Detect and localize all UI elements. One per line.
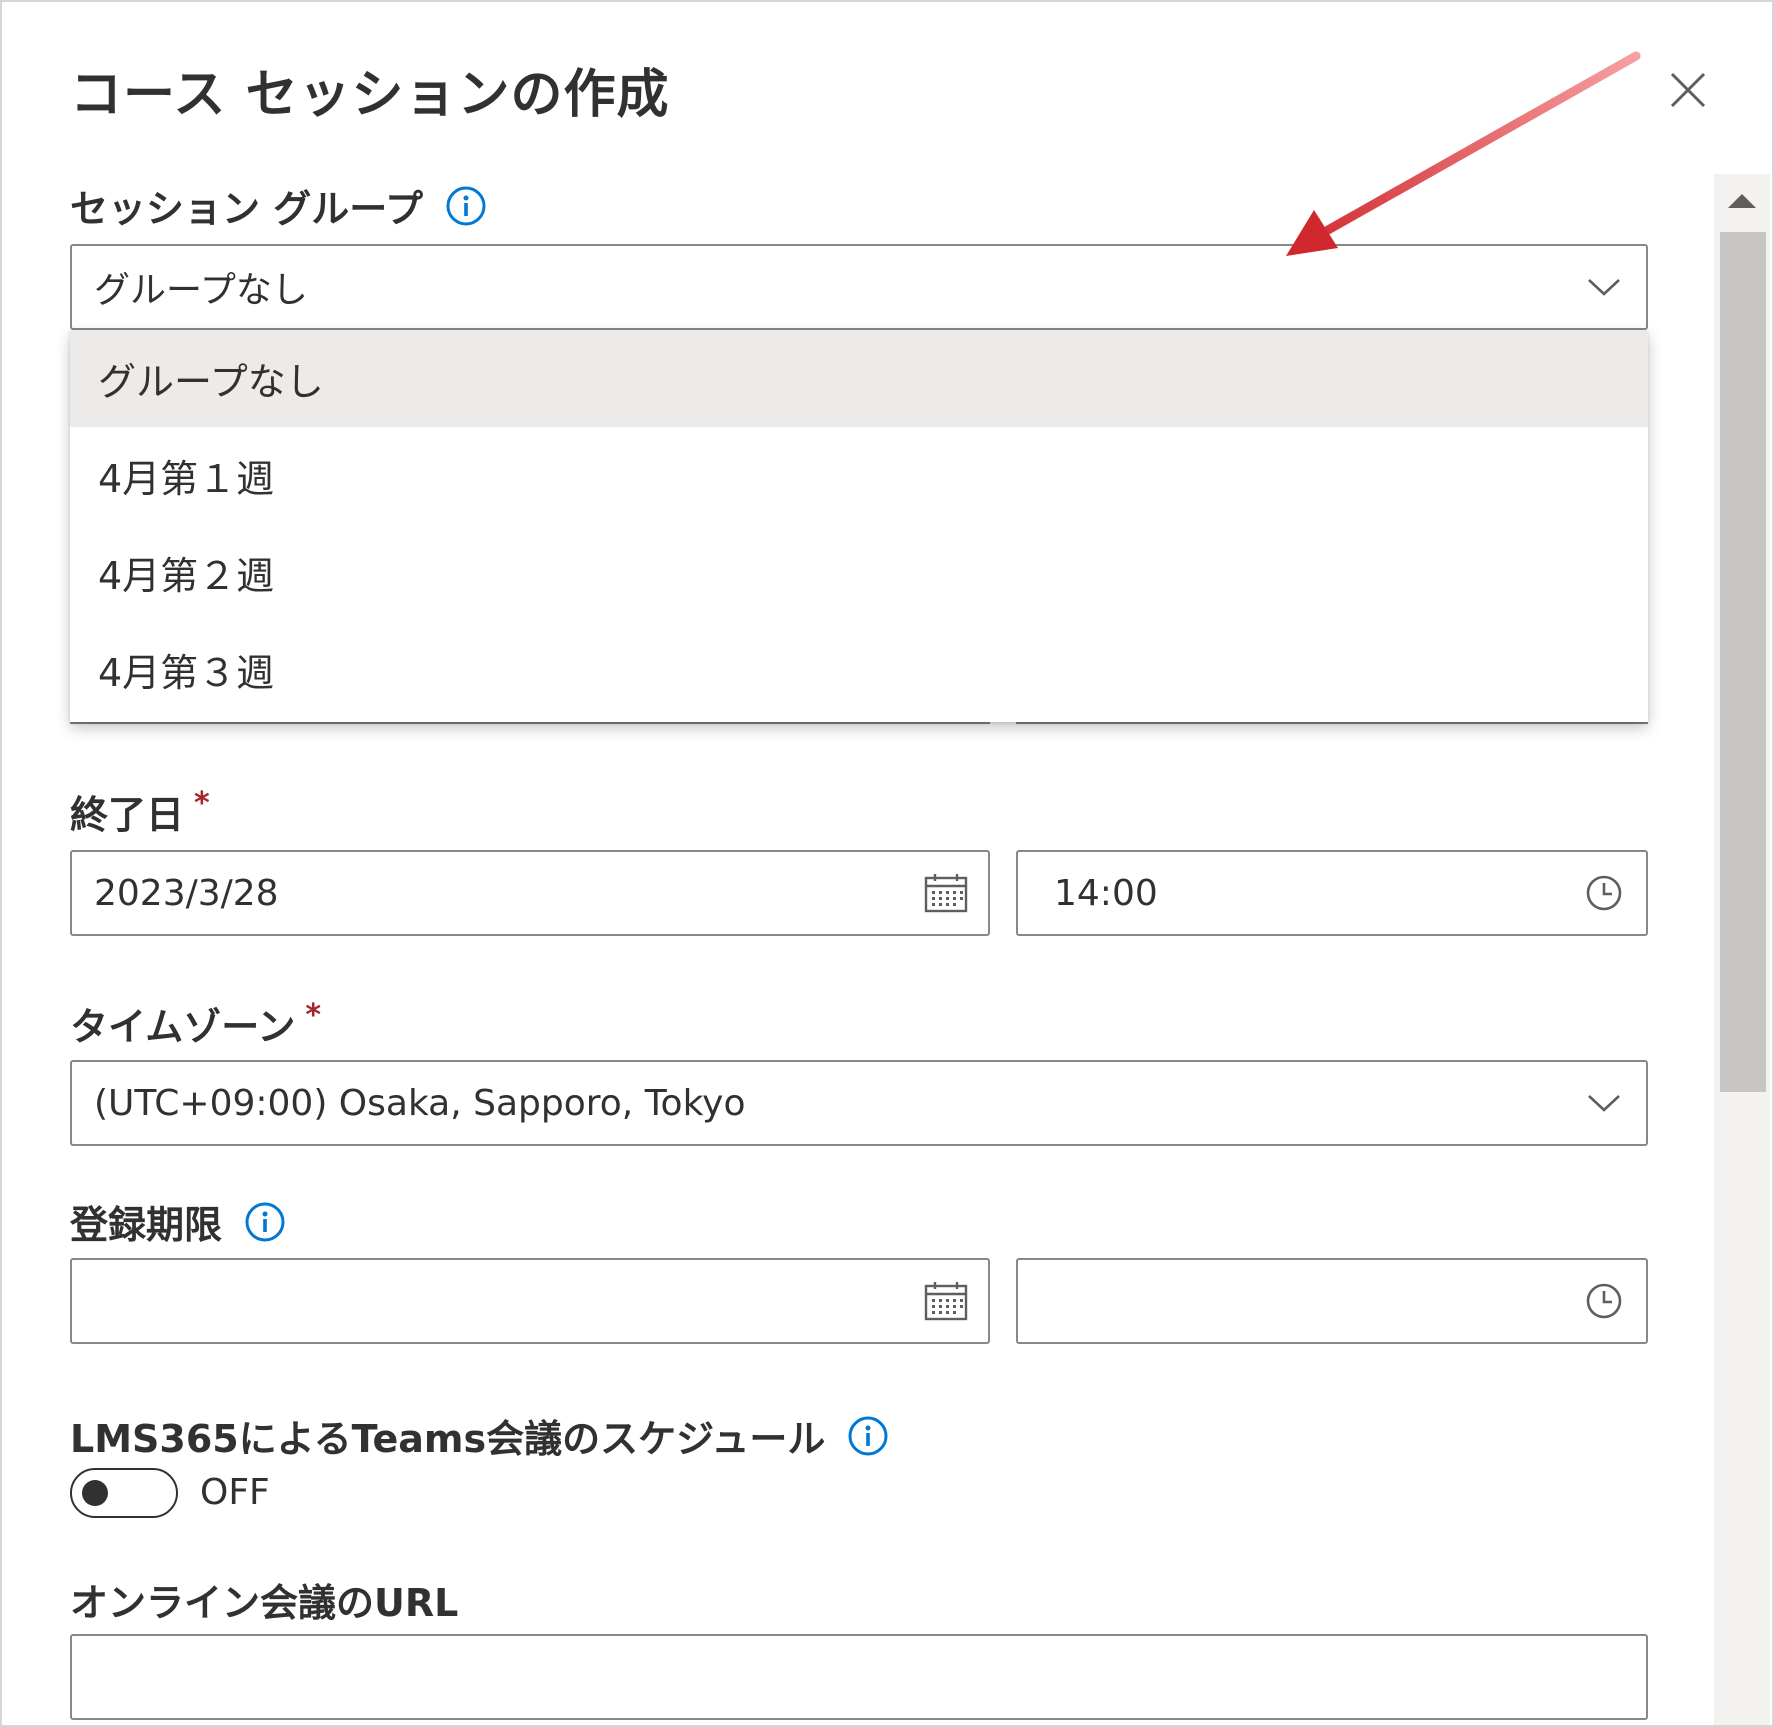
dialog-title: コース セッションの作成 (70, 65, 670, 125)
calendar-icon[interactable] (922, 869, 970, 917)
info-icon[interactable] (244, 1201, 286, 1243)
end-date-input[interactable]: 2023/3/28 (70, 850, 990, 936)
chevron-down-icon (1580, 1079, 1628, 1127)
session-group-dropdown[interactable]: グループなし (70, 244, 1648, 330)
info-icon[interactable] (847, 1415, 889, 1457)
registration-deadline-time-input[interactable] (1016, 1258, 1648, 1344)
scroll-up-arrow-icon[interactable] (1728, 194, 1756, 208)
toggle-knob (82, 1480, 108, 1506)
session-group-label: セッション グループ (70, 178, 487, 233)
required-marker: * (305, 998, 322, 1033)
close-icon (1670, 72, 1706, 108)
dropdown-option[interactable]: グループなし (70, 330, 1648, 427)
start-date-field-edge (70, 722, 990, 724)
teams-meeting-label: LMS365によるTeams会議のスケジュール (70, 1408, 889, 1463)
registration-deadline-label: 登録期限 (70, 1194, 286, 1249)
info-icon[interactable] (445, 185, 487, 227)
toggle-state-label: OFF (200, 1472, 270, 1513)
scroll-thumb[interactable] (1720, 232, 1766, 1092)
clock-icon[interactable] (1580, 869, 1628, 917)
end-time-input[interactable]: 14:00 (1016, 850, 1648, 936)
dropdown-option[interactable]: 4月第３週 (70, 621, 1648, 718)
close-button[interactable] (1662, 64, 1714, 116)
chevron-down-icon (1580, 263, 1628, 311)
session-group-options-list: グループなし 4月第１週 4月第２週 4月第３週 (70, 330, 1648, 722)
dropdown-option[interactable]: 4月第１週 (70, 427, 1648, 524)
clock-icon[interactable] (1580, 1277, 1628, 1325)
online-meeting-url-input[interactable] (70, 1634, 1648, 1720)
start-time-field-edge (1016, 722, 1648, 724)
timezone-dropdown[interactable]: (UTC+09:00) Osaka, Sapporo, Tokyo (70, 1060, 1648, 1146)
end-date-label: 終了日 * (70, 786, 210, 837)
required-marker: * (194, 786, 210, 821)
timezone-label: タイムゾーン * (70, 998, 322, 1049)
calendar-icon[interactable] (922, 1277, 970, 1325)
online-meeting-url-label: オンライン会議のURL (70, 1581, 459, 1625)
create-session-dialog: コース セッションの作成 セッション グループ グループなし グループなし 4月… (0, 0, 1774, 1727)
vertical-scrollbar[interactable] (1714, 174, 1770, 1725)
dropdown-option[interactable]: 4月第２週 (70, 524, 1648, 621)
registration-deadline-date-input[interactable] (70, 1258, 990, 1344)
teams-meeting-toggle[interactable] (70, 1468, 178, 1518)
